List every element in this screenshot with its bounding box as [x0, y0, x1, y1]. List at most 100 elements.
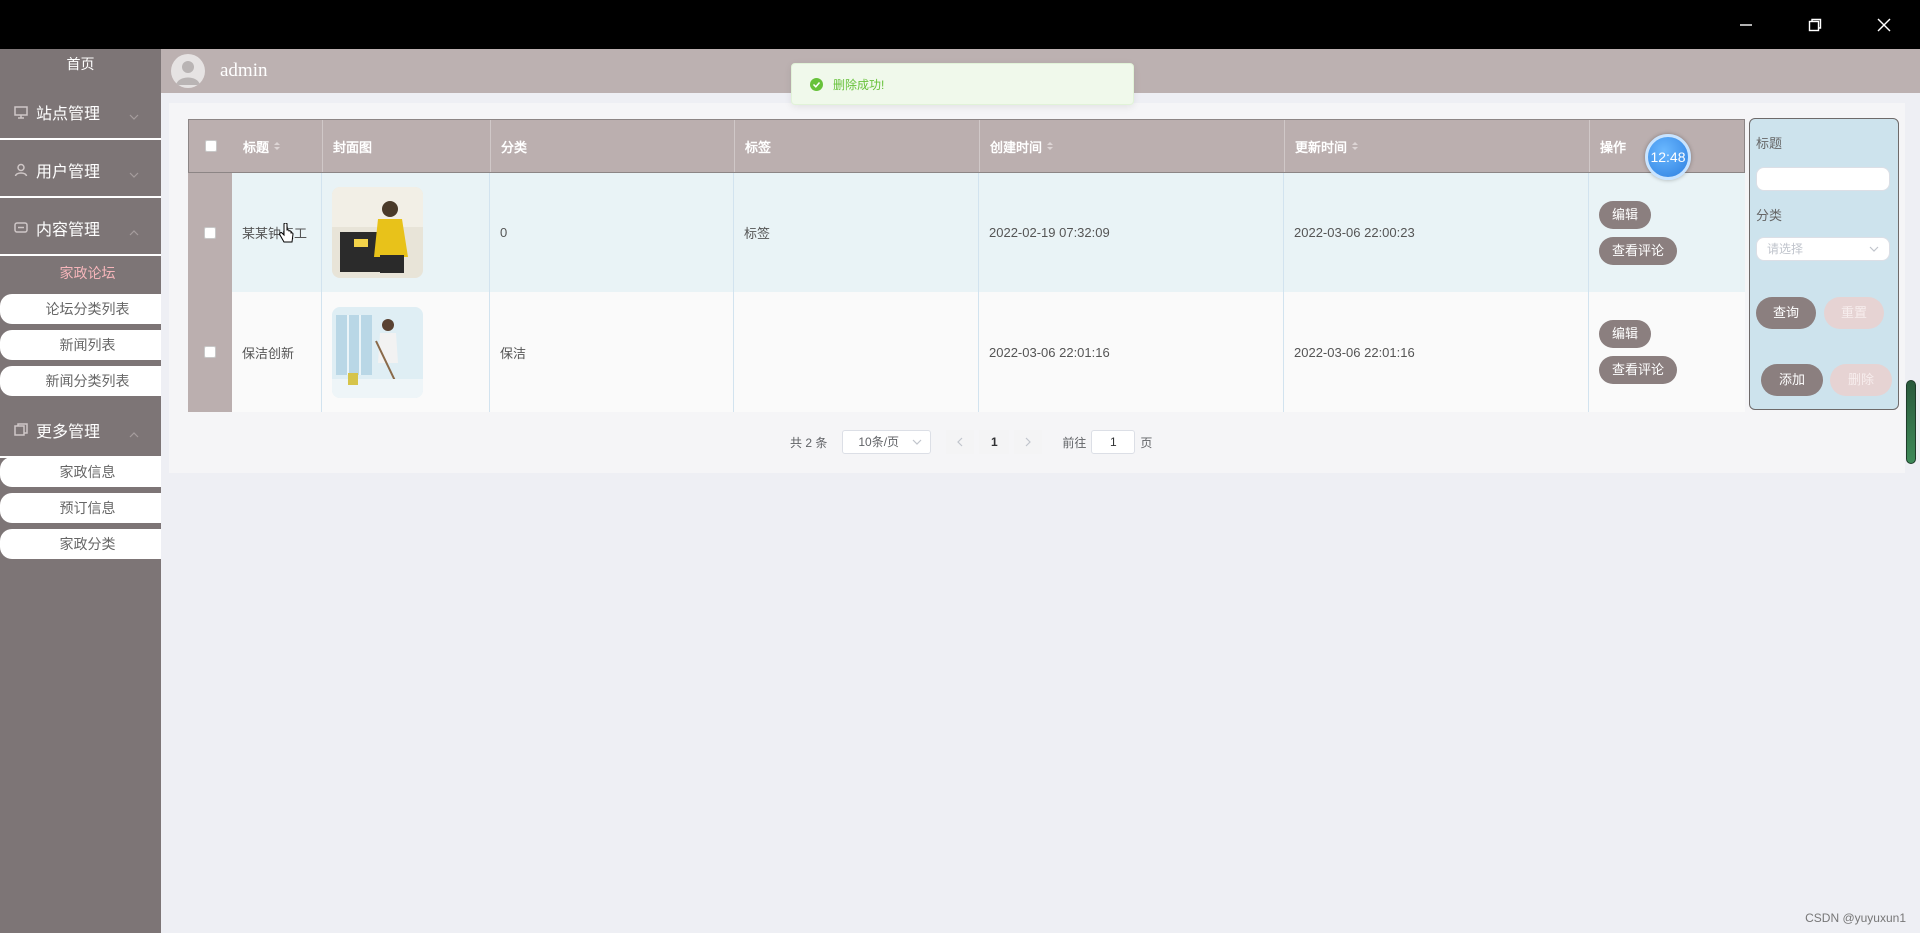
chevron-down-icon	[129, 166, 139, 184]
sidebar-group-content[interactable]: 内容管理	[0, 202, 161, 256]
cell-cover	[322, 292, 490, 412]
vertical-scrollbar[interactable]	[1906, 380, 1916, 464]
cell-tags	[734, 292, 979, 412]
table-header: 标题 封面图 分类 标签 创建时间 更新时间 操作	[188, 119, 1745, 173]
column-label: 操作	[1600, 139, 1627, 155]
monitor-icon	[14, 105, 28, 119]
delete-button[interactable]: 删除	[1830, 364, 1892, 396]
chevron-up-icon	[129, 426, 139, 444]
view-comments-button[interactable]: 查看评论	[1599, 356, 1678, 384]
mopping-photo-icon[interactable]	[332, 306, 423, 398]
query-button[interactable]: 查询	[1756, 297, 1816, 329]
sidebar-item-home[interactable]: 首页	[0, 49, 161, 79]
sort-icon[interactable]	[1047, 142, 1054, 150]
pagination-total: 共 2 条	[790, 435, 828, 450]
row-checkbox[interactable]	[204, 346, 216, 358]
hand-cursor-icon	[279, 222, 295, 250]
category-select-placeholder: 请选择	[1767, 242, 1804, 256]
minimize-icon[interactable]	[1714, 0, 1778, 49]
row-select-cell	[188, 173, 232, 292]
check-circle-icon	[810, 77, 823, 91]
sort-icon[interactable]	[274, 142, 281, 150]
chevron-down-icon	[1869, 238, 1879, 267]
row-checkbox[interactable]	[204, 226, 216, 239]
add-button[interactable]: 添加	[1761, 364, 1823, 396]
sidebar-item-housekeeping-info[interactable]: 家政信息	[0, 457, 161, 487]
prev-page-icon[interactable]	[946, 430, 975, 454]
column-label: 封面图	[333, 139, 373, 155]
cell-category: 保洁	[490, 292, 734, 412]
select-all-checkbox[interactable]	[205, 140, 217, 152]
sidebar-item-forum[interactable]: 家政论坛	[0, 258, 161, 288]
next-page-icon[interactable]	[1014, 430, 1043, 454]
sidebar-item-news-category[interactable]: 新闻分类列表	[0, 366, 161, 396]
column-label: 标题	[243, 139, 270, 155]
filter-panel: 标题 分类 请选择 查询 重置 添加 删除	[1749, 118, 1899, 410]
chevron-down-icon	[912, 431, 922, 460]
table-row: 保洁创新 保洁 2022-03-06 22:01:16 2022-03-06 2…	[188, 292, 1745, 412]
sidebar: 首页 站点管理 用户管理 内容管理 家政论坛 论坛分类列表 新闻列表 新闻分类列…	[0, 49, 161, 933]
page-number[interactable]: 1	[979, 430, 1010, 454]
select-all-cell	[189, 120, 233, 172]
cell-cover	[322, 173, 490, 292]
column-header-category: 分类	[491, 120, 735, 172]
close-icon[interactable]	[1852, 0, 1916, 49]
edit-button[interactable]: 编辑	[1599, 200, 1652, 229]
view-comments-button[interactable]: 查看评论	[1599, 236, 1678, 265]
sidebar-item-booking-info[interactable]: 预订信息	[0, 493, 161, 523]
watermark: CSDN @yuyuxun1	[1805, 911, 1906, 925]
cell-title: 某某钟点工	[232, 173, 322, 292]
column-label: 创建时间	[990, 139, 1043, 155]
sort-icon[interactable]	[1352, 142, 1359, 150]
goto-prefix: 前往	[1062, 435, 1087, 450]
cell-actions: 编辑 查看评论	[1589, 292, 1745, 412]
cell-updated: 2022-03-06 22:00:23	[1284, 173, 1589, 292]
sidebar-item-forum-category[interactable]: 论坛分类列表	[0, 294, 161, 324]
restore-icon[interactable]	[1783, 0, 1847, 49]
cleaning-photo-icon[interactable]	[332, 187, 423, 278]
layers-icon	[14, 423, 28, 437]
pagination: 共 2 条 10条/页 1 前往 1 页	[790, 430, 1152, 454]
goto-suffix: 页	[1140, 435, 1153, 450]
sidebar-item-housekeeping-category[interactable]: 家政分类	[0, 529, 161, 559]
category-filter-label: 分类	[1756, 208, 1783, 223]
reset-button[interactable]: 重置	[1824, 297, 1884, 329]
cell-updated: 2022-03-06 22:01:16	[1284, 292, 1589, 412]
page-size-value: 10条/页	[858, 435, 900, 449]
column-label: 分类	[501, 139, 528, 155]
cell-created: 2022-02-19 07:32:09	[979, 173, 1284, 292]
column-header-cover: 封面图	[323, 120, 491, 172]
table-row: 某某钟点工 0 标签 2022-02-19 07:32:09 2022-03-0…	[188, 173, 1745, 292]
goto-page-input[interactable]: 1	[1091, 430, 1136, 454]
cell-category: 0	[490, 173, 734, 292]
sidebar-group-user[interactable]: 用户管理	[0, 144, 161, 198]
page-size-select[interactable]: 10条/页	[842, 430, 932, 454]
username[interactable]: admin	[220, 49, 268, 93]
column-header-updated[interactable]: 更新时间	[1285, 120, 1590, 172]
row-select-cell	[188, 292, 232, 412]
cell-tags: 标签	[734, 173, 979, 292]
sidebar-group-label: 站点管理	[36, 106, 101, 123]
cell-title: 保洁创新	[232, 292, 322, 412]
edit-button[interactable]: 编辑	[1599, 320, 1652, 348]
window-titlebar	[0, 0, 1920, 49]
timer-badge[interactable]: 12:48	[1645, 134, 1691, 180]
data-table: 标题 封面图 分类 标签 创建时间 更新时间 操作 某某钟点工 0 标签 202…	[188, 119, 1745, 412]
column-header-title[interactable]: 标题	[233, 120, 323, 172]
toast-message: 删除成功!	[833, 77, 885, 92]
category-select[interactable]: 请选择	[1756, 237, 1890, 261]
sidebar-item-news[interactable]: 新闻列表	[0, 330, 161, 360]
title-filter-input[interactable]	[1756, 167, 1890, 191]
avatar[interactable]	[171, 54, 205, 88]
sidebar-group-more[interactable]: 更多管理	[0, 404, 161, 458]
cell-created: 2022-03-06 22:01:16	[979, 292, 1284, 412]
cell-actions: 编辑 查看评论	[1589, 173, 1745, 292]
sidebar-group-site[interactable]: 站点管理	[0, 86, 161, 140]
column-label: 标签	[745, 139, 772, 155]
title-filter-label: 标题	[1756, 136, 1783, 151]
success-toast: 删除成功!	[791, 63, 1134, 105]
column-header-created[interactable]: 创建时间	[980, 120, 1285, 172]
chevron-down-icon	[129, 108, 139, 126]
sidebar-group-label: 更多管理	[36, 424, 101, 441]
sidebar-group-label: 用户管理	[36, 164, 101, 181]
